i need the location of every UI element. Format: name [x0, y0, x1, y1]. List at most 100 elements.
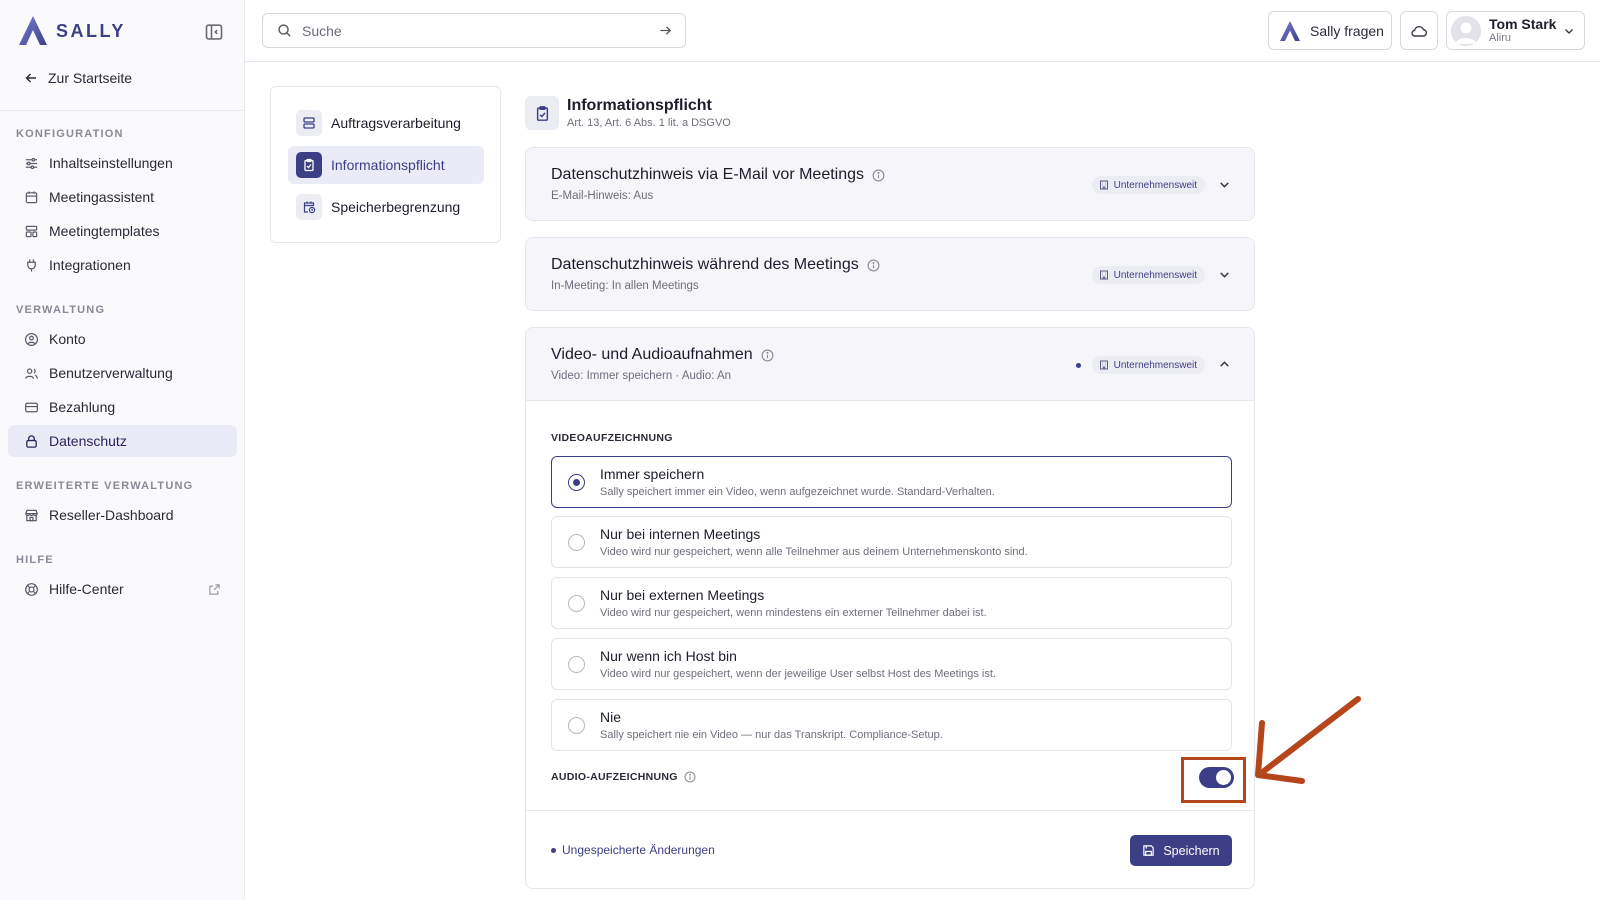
external-link-icon	[209, 583, 220, 595]
subnav-item-speicherbegrenzung[interactable]: Speicherbegrenzung	[288, 188, 484, 226]
user-org: Aliru	[1489, 32, 1512, 45]
user-info: Tom Stark Aliru	[1489, 16, 1556, 45]
audio-recording-label-text: AUDIO-AUFZEICHNUNG	[551, 771, 678, 783]
unsaved-changes-label: Ungespeicherte Änderungen	[562, 843, 715, 857]
users-icon	[25, 367, 38, 379]
info-icon[interactable]	[761, 349, 774, 362]
building-icon	[1099, 180, 1108, 190]
search-input[interactable]	[302, 22, 648, 39]
brand-name: SALLY	[56, 20, 126, 41]
sidebar-item-label: Benutzerverwaltung	[49, 365, 173, 381]
accordion-in-meeting-notice: Datenschutzhinweis während des Meetings …	[525, 237, 1255, 311]
accordion-body: VIDEOAUFZEICHNUNG Immer speichern Sally …	[526, 400, 1254, 810]
avatar	[1451, 15, 1481, 46]
scope-badge-label: Unternehmensweit	[1113, 269, 1197, 281]
sidebar-item-label: Inhaltseinstellungen	[49, 155, 173, 171]
radio-button[interactable]	[568, 656, 585, 673]
server-icon	[296, 110, 322, 136]
option-title: Nur bei externen Meetings	[600, 587, 765, 603]
radio-button[interactable]	[568, 595, 585, 612]
sidebar-toggle-icon	[205, 24, 223, 40]
section-title-verwaltung: VERWALTUNG	[16, 304, 106, 316]
back-to-home-link[interactable]: Zur Startseite	[24, 66, 132, 90]
sidebar-item-meetingtemplates[interactable]: Meetingtemplates	[8, 215, 237, 247]
sidebar-item-meetingassistent[interactable]: Meetingassistent	[8, 181, 237, 213]
video-option-never[interactable]: Nie Sally speichert nie ein Video — nur …	[551, 699, 1232, 751]
scope-badge: Unternehmensweit	[1091, 176, 1205, 194]
subnav-item-informationspflicht[interactable]: Informationspflicht	[288, 146, 484, 184]
sidebar-item-reseller-dashboard[interactable]: Reseller-Dashboard	[8, 499, 237, 531]
chevron-down-icon[interactable]	[1218, 268, 1231, 281]
scope-badge: Unternehmensweit	[1091, 266, 1205, 284]
accordion-title-text: Datenschutzhinweis via E-Mail vor Meetin…	[551, 166, 865, 183]
sidebar-item-hilfe-center[interactable]: Hilfe-Center	[8, 573, 237, 605]
subnav-item-label: Speicherbegrenzung	[331, 199, 461, 215]
sidebar-item-inhaltseinstellungen[interactable]: Inhaltseinstellungen	[8, 147, 237, 179]
sally-logo-icon	[19, 16, 47, 45]
sidebar-divider	[0, 110, 244, 111]
user-menu[interactable]: Tom Stark Aliru	[1446, 11, 1585, 50]
calendar-clock-icon	[296, 194, 322, 220]
page-subtitle: Art. 13, Art. 6 Abs. 1 lit. a DSGVO	[567, 117, 731, 129]
save-button[interactable]: Speichern	[1130, 835, 1232, 866]
sidebar-item-integrationen[interactable]: Integrationen	[8, 249, 237, 281]
info-icon[interactable]	[684, 771, 696, 783]
sidebar-item-datenschutz[interactable]: Datenschutz	[8, 425, 237, 457]
ask-sally-label: Sally fragen	[1310, 22, 1384, 39]
store-icon	[25, 509, 38, 521]
sidebar-item-label: Hilfe-Center	[49, 581, 124, 597]
sync-status-button[interactable]	[1400, 11, 1438, 50]
collapse-sidebar-button[interactable]	[204, 22, 224, 42]
building-icon	[1099, 360, 1108, 370]
calendar-icon	[25, 190, 38, 203]
chevron-down-icon[interactable]	[1218, 178, 1231, 191]
video-recording-label: VIDEOAUFZEICHNUNG	[551, 432, 673, 444]
video-option-internal[interactable]: Nur bei internen Meetings Video wird nur…	[551, 516, 1232, 568]
page-header: Informationspflicht Art. 13, Art. 6 Abs.…	[525, 96, 731, 130]
sidebar-item-label: Meetingtemplates	[49, 223, 160, 239]
accordion-header[interactable]: Datenschutzhinweis während des Meetings …	[526, 238, 1254, 310]
sidebar-item-benutzerverwaltung[interactable]: Benutzerverwaltung	[8, 357, 237, 389]
option-title: Nie	[600, 709, 622, 725]
subnav-item-auftragsverarbeitung[interactable]: Auftragsverarbeitung	[288, 104, 484, 142]
chevron-up-icon[interactable]	[1218, 358, 1231, 371]
video-option-external[interactable]: Nur bei externen Meetings Video wird nur…	[551, 577, 1232, 629]
accordion-header[interactable]: Video- und Audioaufnahmen Video: Immer s…	[526, 328, 1254, 400]
option-title: Nur bei internen Meetings	[600, 526, 761, 542]
radio-button[interactable]	[568, 717, 585, 734]
accordion-header[interactable]: Datenschutzhinweis via E-Mail vor Meetin…	[526, 148, 1254, 220]
radio-button[interactable]	[568, 534, 585, 551]
lifebuoy-icon	[25, 582, 38, 596]
arrow-right-icon[interactable]	[658, 23, 673, 38]
sidebar-item-konto[interactable]: Konto	[8, 323, 237, 355]
info-icon[interactable]	[867, 259, 880, 272]
option-description: Video wird nur gespeichert, wenn mindest…	[600, 607, 987, 619]
user-name: Tom Stark	[1489, 16, 1557, 33]
clipboard-check-icon	[296, 152, 322, 178]
accordion-summary: In-Meeting: In allen Meetings	[551, 280, 699, 292]
accordion-title: Video- und Audioaufnahmen	[551, 346, 774, 364]
video-option-always[interactable]: Immer speichern Sally speichert immer ei…	[551, 456, 1232, 508]
accordion-title-text: Video- und Audioaufnahmen	[551, 346, 753, 363]
ask-sally-button[interactable]: Sally fragen	[1268, 11, 1392, 50]
brand[interactable]: SALLY	[16, 14, 126, 48]
privacy-subnav: Auftragsverarbeitung Informationspflicht…	[270, 86, 501, 243]
section-title-erweiterte-verwaltung: ERWEITERTE VERWALTUNG	[16, 480, 194, 492]
option-description: Sally speichert immer ein Video, wenn au…	[600, 486, 995, 498]
unsaved-dot	[551, 847, 556, 853]
chevron-down-icon	[1565, 28, 1573, 34]
sidebar-item-label: Konto	[49, 331, 86, 347]
sidebar-item-bezahlung[interactable]: Bezahlung	[8, 391, 237, 423]
radio-button[interactable]	[568, 474, 585, 491]
annotation-highlight-box	[1181, 757, 1246, 803]
annotation-arrow-icon	[1255, 696, 1361, 784]
scope-badge-label: Unternehmensweit	[1113, 359, 1197, 371]
option-title: Immer speichern	[600, 466, 705, 482]
search-icon	[278, 24, 291, 37]
info-icon[interactable]	[872, 169, 885, 182]
video-option-host[interactable]: Nur wenn ich Host bin Video wird nur ges…	[551, 638, 1232, 690]
search-box[interactable]	[262, 13, 686, 48]
accordion-footer: Ungespeicherte Änderungen Speichern	[526, 810, 1254, 888]
user-circle-icon	[24, 332, 39, 346]
accordion-summary: E-Mail-Hinweis: Aus	[551, 190, 654, 202]
